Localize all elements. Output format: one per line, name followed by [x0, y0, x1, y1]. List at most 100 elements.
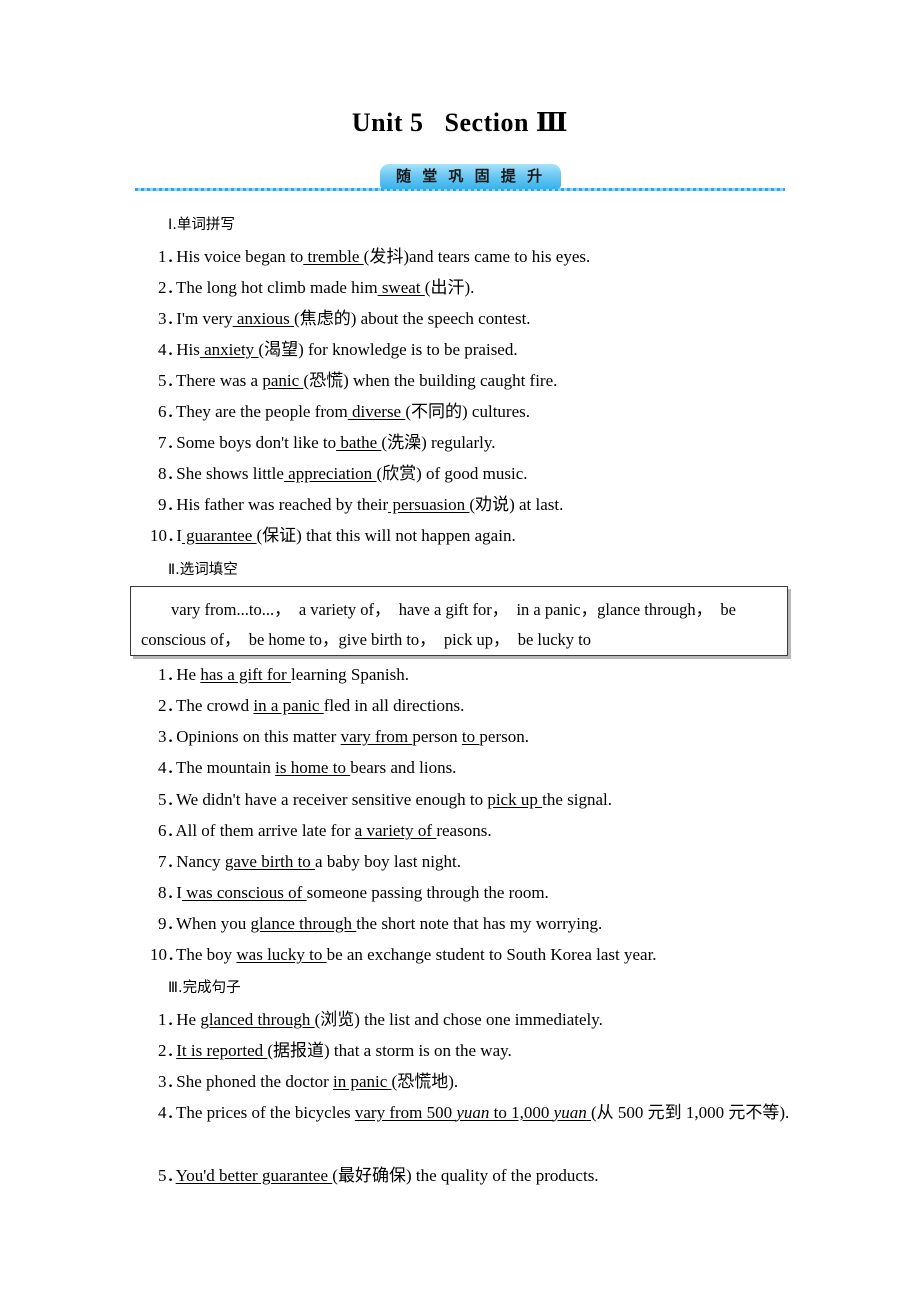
item-text-post: reasons.: [436, 821, 492, 840]
item-text-pre: She shows little: [176, 464, 284, 483]
item-number: 4．: [158, 758, 184, 777]
answer-blank: tremble: [303, 247, 364, 266]
item-text-post: (发抖)and tears came to his eyes.: [363, 247, 591, 266]
item-number: 4．: [158, 340, 184, 359]
item-text-mid: person: [412, 727, 462, 746]
question-item: 5． We didn't have a receiver sensitive e…: [158, 788, 612, 812]
answer-blank: was conscious of: [181, 883, 307, 902]
item-text-post: (洗澡) regularly.: [381, 433, 496, 452]
answer-blank: bathe: [336, 433, 382, 452]
item-text-pre: His voice began to: [176, 247, 304, 266]
item-text-post: (渴望) for knowledge is to be praised.: [258, 340, 518, 359]
status-badge: 随 堂 巩 固 提 升: [380, 164, 562, 189]
blank-italic-2: yuan: [553, 1103, 587, 1122]
question-item: 6． All of them arrive late for a variety…: [158, 819, 492, 843]
word-bank-text: vary from...to...， a variety of， have a …: [141, 600, 736, 649]
item-text-post: person.: [479, 727, 529, 746]
item-number: 1．: [158, 247, 184, 266]
item-number: 4．: [158, 1103, 184, 1122]
question-item: 5． There was a panic (恐慌) when the build…: [158, 369, 557, 393]
word-bank-box: vary from...to...， a variety of， have a …: [130, 586, 788, 656]
item-number: 9．: [158, 495, 184, 514]
blank-part-1: vary from 500: [354, 1103, 457, 1122]
item-text-post: (从 500 元到 1,000 元不等).: [590, 1103, 790, 1122]
item-text-pre: The mountain: [175, 758, 276, 777]
answer-blank: a variety of: [354, 821, 437, 840]
answer-blank: was lucky to: [236, 945, 327, 964]
question-item: 4． The mountain is home to bears and lio…: [158, 756, 456, 780]
question-item: 10． I guarantee (保证) that this will not …: [150, 524, 516, 548]
answer-blank: vary from 500 yuan to 1,000 yuan: [355, 1103, 591, 1122]
answer-blank: glance through: [250, 914, 357, 933]
item-text-pre: Opinions on this matter: [176, 727, 341, 746]
answer-blank: sweat: [377, 278, 425, 297]
question-item: 3． Opinions on this matter vary from per…: [158, 725, 529, 749]
item-number: 7．: [158, 852, 184, 871]
question-item: 7． Nancy gave birth to a baby boy last n…: [158, 850, 461, 874]
blank-italic-1: yuan: [456, 1103, 490, 1122]
item-number: 3．: [158, 309, 184, 328]
item-text-post: (恐慌) when the building caught fire.: [303, 371, 558, 390]
title-unit: Unit 5: [351, 108, 424, 137]
item-text-pre: I'm very: [176, 309, 233, 328]
item-text-pre: There was a: [175, 371, 263, 390]
item-number: 8．: [158, 464, 184, 483]
item-number: 3．: [158, 1072, 184, 1091]
question-item: 2． It is reported (据报道) that a storm is …: [158, 1039, 512, 1063]
question-item: 3． I'm very anxious (焦虑的) about the spee…: [158, 307, 531, 331]
item-number: 2．: [158, 1041, 184, 1060]
item-number: 10．: [150, 945, 184, 964]
item-number: 3．: [158, 727, 184, 746]
answer-blank: anxious: [232, 309, 295, 328]
item-number: 2．: [158, 696, 184, 715]
item-number: 5．: [158, 790, 184, 809]
item-text-pre: She phoned the doctor: [176, 1072, 333, 1091]
blank-part-2: to 1,000: [489, 1103, 554, 1122]
answer-blank: appreciation: [283, 464, 377, 483]
item-text-post: bears and lions.: [350, 758, 457, 777]
section-heading-2: Ⅱ.选词填空: [168, 562, 238, 578]
question-item: 3． She phoned the doctor in panic (恐慌地).: [158, 1070, 458, 1094]
question-item: 4． The prices of the bicycles vary from …: [130, 1101, 802, 1125]
item-number: 1．: [158, 665, 184, 684]
question-item: 1． His voice began to tremble (发抖)and te…: [158, 245, 590, 269]
item-text-post: the short note that has my worrying.: [356, 914, 603, 933]
section-heading-3: Ⅲ.完成句子: [168, 980, 241, 996]
item-text-post: (不同的) cultures.: [405, 402, 530, 421]
answer-blank: in panic: [333, 1072, 392, 1091]
question-item: 2． The long hot climb made him sweat (出汗…: [158, 276, 474, 300]
item-text-post: (出汗).: [424, 278, 475, 297]
item-text-post: a baby boy last night.: [315, 852, 461, 871]
item-text-post: (欣赏) of good music.: [376, 464, 528, 483]
item-number: 1．: [158, 1010, 184, 1029]
answer-blank-2: to: [461, 727, 480, 746]
item-text-pre: Nancy: [176, 852, 225, 871]
worksheet-page: Unit 5 Section Ⅲ 随 堂 巩 固 提 升 Ⅰ.单词拼写 1． H…: [0, 0, 920, 1302]
item-text-pre: We didn't have a receiver sensitive enou…: [175, 790, 488, 809]
item-text-pre: The boy: [175, 945, 237, 964]
item-text-post: be an exchange student to South Korea la…: [326, 945, 657, 964]
section-heading-1: Ⅰ.单词拼写: [168, 217, 235, 233]
title-section-number: Ⅲ: [535, 108, 569, 138]
answer-blank: anxiety: [199, 340, 259, 359]
answer-blank: has a gift for: [200, 665, 291, 684]
answer-blank: is home to: [275, 758, 351, 777]
item-number: 9．: [158, 914, 184, 933]
question-item: 6． They are the people from diverse (不同的…: [158, 400, 530, 424]
item-number: 6．: [158, 821, 184, 840]
answer-blank: gave birth to: [224, 852, 316, 871]
question-item: 1． He has a gift for learning Spanish.: [158, 663, 409, 687]
title-section-label: Section: [444, 108, 529, 137]
item-text-post: someone passing through the room.: [306, 883, 549, 902]
item-text-post: (最好确保) the quality of the products.: [332, 1166, 599, 1185]
item-number: 6．: [158, 402, 184, 421]
answer-blank: in a panic: [253, 696, 324, 715]
item-number: 8．: [158, 883, 184, 902]
item-text-pre: His father was reached by their: [176, 495, 389, 514]
answer-blank: pick up: [487, 790, 543, 809]
item-number: 5．: [158, 1166, 184, 1185]
item-text-pre: When you: [175, 914, 251, 933]
answer-blank: diverse: [347, 402, 406, 421]
answer-blank: glanced through: [200, 1010, 315, 1029]
question-item: 8． I was conscious of someone passing th…: [158, 881, 549, 905]
